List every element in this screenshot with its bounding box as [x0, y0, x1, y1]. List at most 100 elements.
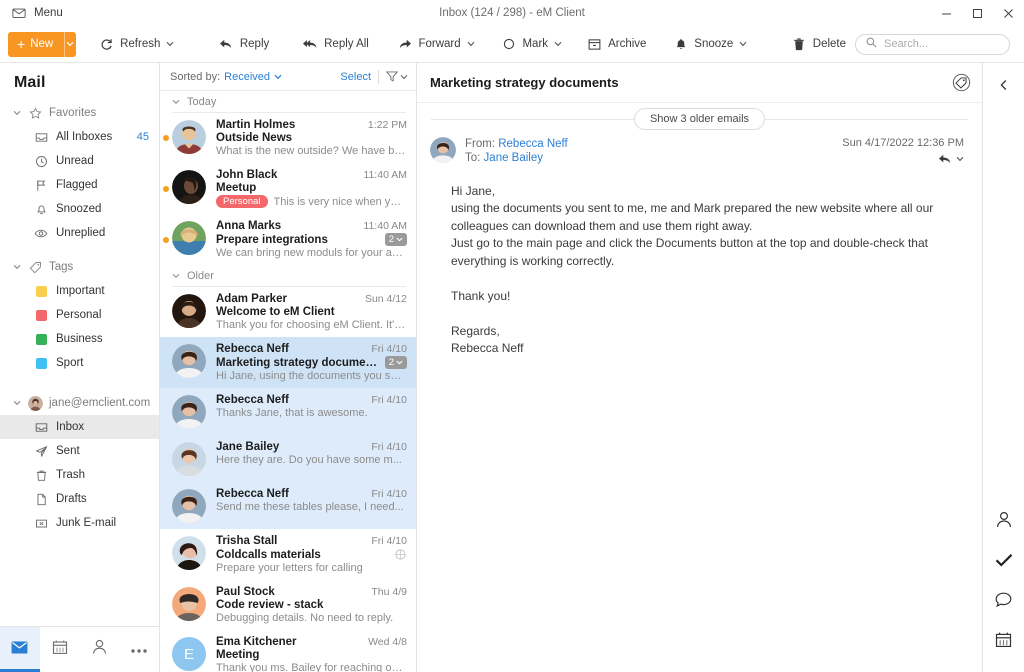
- message-date: Wed 4/8: [368, 636, 407, 648]
- refresh-dropdown-arrow[interactable]: [166, 38, 174, 50]
- thread-count-badge[interactable]: 2: [384, 233, 407, 246]
- message-list-scroll[interactable]: Today Martin Holmes 1:22 PM Outside News…: [160, 91, 416, 672]
- sidebar-item-unreplied[interactable]: Unreplied: [0, 221, 159, 245]
- mark-button[interactable]: Mark: [492, 30, 571, 58]
- more-module-button[interactable]: [119, 627, 159, 672]
- message-content: Ema Kitchener Wed 4/8 Meeting Thank you …: [216, 636, 407, 672]
- sidebar-item-snoozed[interactable]: Snoozed: [0, 197, 159, 221]
- close-button[interactable]: [993, 0, 1024, 26]
- message-content: Rebecca Neff Fri 4/10 Marketing strategy…: [216, 343, 407, 382]
- chat-bubble-icon: [995, 592, 1012, 613]
- reply-button[interactable]: Reply: [210, 30, 278, 58]
- message-row[interactable]: Adam Parker Sun 4/12 Welcome to eM Clien…: [160, 287, 416, 337]
- sidebar-item-drafts[interactable]: Drafts: [0, 487, 159, 511]
- new-button[interactable]: + New: [8, 31, 77, 57]
- sender-name: Anna Marks: [216, 220, 282, 232]
- filter-button[interactable]: [386, 71, 408, 82]
- new-dropdown-arrow[interactable]: [65, 32, 76, 57]
- to-label: To:: [465, 152, 481, 165]
- message-subject: Code review - stack: [216, 599, 324, 611]
- message-row[interactable]: John Black 11:40 AM Meetup Personal This…: [160, 163, 416, 214]
- email-body: Hi Jane, using the documents you sent to…: [451, 183, 934, 356]
- sender-avatar: [430, 137, 456, 163]
- message-row-selected[interactable]: Rebecca Neff Fri 4/10 Marketing strategy…: [160, 337, 416, 388]
- refresh-button[interactable]: Refresh: [90, 30, 183, 58]
- show-older-emails-button[interactable]: Show 3 older emails: [633, 108, 766, 130]
- collapse-sidebar-button[interactable]: [983, 63, 1024, 107]
- message-row[interactable]: Martin Holmes 1:22 PM Outside News What …: [160, 113, 416, 163]
- sidebar-item-flagged[interactable]: Flagged: [0, 173, 159, 197]
- sidebar-item-tag-business[interactable]: Business: [0, 327, 159, 351]
- sidebar-group-tags[interactable]: Tags: [0, 255, 159, 279]
- inbox-icon: [34, 421, 48, 434]
- sidebar-item-junk-email[interactable]: Junk E-mail: [0, 511, 159, 535]
- archive-button[interactable]: Archive: [578, 30, 655, 58]
- sort-value[interactable]: Received: [224, 71, 270, 83]
- contacts-sidebar-button[interactable]: [983, 502, 1024, 542]
- snooze-icon[interactable]: [393, 548, 407, 561]
- forward-icon: [397, 38, 412, 50]
- message-row[interactable]: Jane Bailey Fri 4/10 Here they are. Do y…: [160, 435, 416, 482]
- sidebar-item-inbox[interactable]: Inbox: [0, 415, 159, 439]
- quick-reply-button[interactable]: [842, 153, 964, 165]
- message-row[interactable]: Rebecca Neff Fri 4/10 Thanks Jane, that …: [160, 388, 416, 435]
- forward-button[interactable]: Forward: [388, 30, 483, 58]
- chat-sidebar-button[interactable]: [983, 582, 1024, 622]
- from-address[interactable]: Rebecca Neff: [498, 138, 567, 150]
- inbox-icon: [34, 131, 48, 144]
- maximize-button[interactable]: [962, 0, 993, 26]
- message-row[interactable]: Trisha Stall Fri 4/10 Coldcalls material…: [160, 529, 416, 580]
- select-button[interactable]: Select: [340, 71, 371, 83]
- unread-indicator: [163, 135, 169, 141]
- check-icon: [995, 553, 1013, 572]
- message-subject: Prepare integrations: [216, 233, 328, 246]
- sender-name: Rebecca Neff: [216, 394, 289, 406]
- sidebar-item-sent[interactable]: Sent: [0, 439, 159, 463]
- bell-icon: [673, 38, 688, 51]
- delete-button[interactable]: Delete: [783, 30, 855, 58]
- email-date: Sun 4/17/2022 12:36 PM: [842, 137, 964, 149]
- sidebar-item-unread[interactable]: Unread: [0, 149, 159, 173]
- snooze-button[interactable]: Snooze: [664, 30, 756, 58]
- minimize-button[interactable]: [931, 0, 962, 26]
- reply-all-button[interactable]: Reply All: [294, 30, 378, 58]
- sidebar-group-favorites[interactable]: Favorites: [0, 101, 159, 125]
- message-row[interactable]: E Ema Kitchener Wed 4/8 Meeting Thank yo…: [160, 630, 416, 672]
- sender-name: Martin Holmes: [216, 119, 296, 131]
- sidebar-item-tag-personal[interactable]: Personal: [0, 303, 159, 327]
- em-client-window: Menu Inbox (124 / 298) - eM Client + New: [0, 0, 1024, 672]
- sidebar-item-tag-sport[interactable]: Sport: [0, 351, 159, 375]
- add-tag-icon[interactable]: [946, 68, 976, 98]
- tasks-sidebar-button[interactable]: [983, 542, 1024, 582]
- menu-button[interactable]: Menu: [0, 0, 73, 26]
- thread-count-badge[interactable]: 2: [384, 356, 407, 369]
- mail-module-button[interactable]: [0, 627, 40, 672]
- calendar-module-button[interactable]: [40, 627, 80, 672]
- mark-dropdown-arrow[interactable]: [554, 38, 562, 50]
- to-address[interactable]: Jane Bailey: [484, 152, 543, 164]
- avatar-initial: E: [172, 637, 206, 671]
- search-box[interactable]: [855, 33, 1011, 55]
- message-subject: Welcome to eM Client: [216, 306, 335, 318]
- forward-dropdown-arrow[interactable]: [467, 38, 475, 50]
- search-input[interactable]: [884, 38, 1000, 50]
- contacts-module-button[interactable]: [80, 627, 120, 672]
- forward-label: Forward: [418, 38, 461, 50]
- message-date: Fri 4/10: [371, 394, 407, 406]
- snooze-dropdown-arrow[interactable]: [739, 38, 747, 50]
- message-row[interactable]: Paul Stock Thu 4/9 Code review - stack D…: [160, 580, 416, 630]
- reply-icon: [219, 38, 234, 50]
- sidebar-item-trash[interactable]: Trash: [0, 463, 159, 487]
- message-group-header-today[interactable]: Today: [160, 91, 416, 112]
- trash-icon: [792, 37, 807, 51]
- sidebar-group-account[interactable]: jane@emclient.com: [0, 391, 159, 415]
- sidebar-item-all-inboxes[interactable]: All Inboxes 45: [0, 125, 159, 149]
- ellipsis-icon: [130, 641, 148, 659]
- message-group-header-older[interactable]: Older: [160, 265, 416, 286]
- message-row[interactable]: Anna Marks 11:40 AM Prepare integrations…: [160, 214, 416, 265]
- sort-dropdown-arrow[interactable]: [274, 74, 282, 80]
- sidebar-item-tag-important[interactable]: Important: [0, 279, 159, 303]
- message-row[interactable]: Rebecca Neff Fri 4/10 Send me these tabl…: [160, 482, 416, 529]
- message-subject: Meetup: [216, 182, 257, 194]
- calendar-sidebar-button[interactable]: [983, 622, 1024, 662]
